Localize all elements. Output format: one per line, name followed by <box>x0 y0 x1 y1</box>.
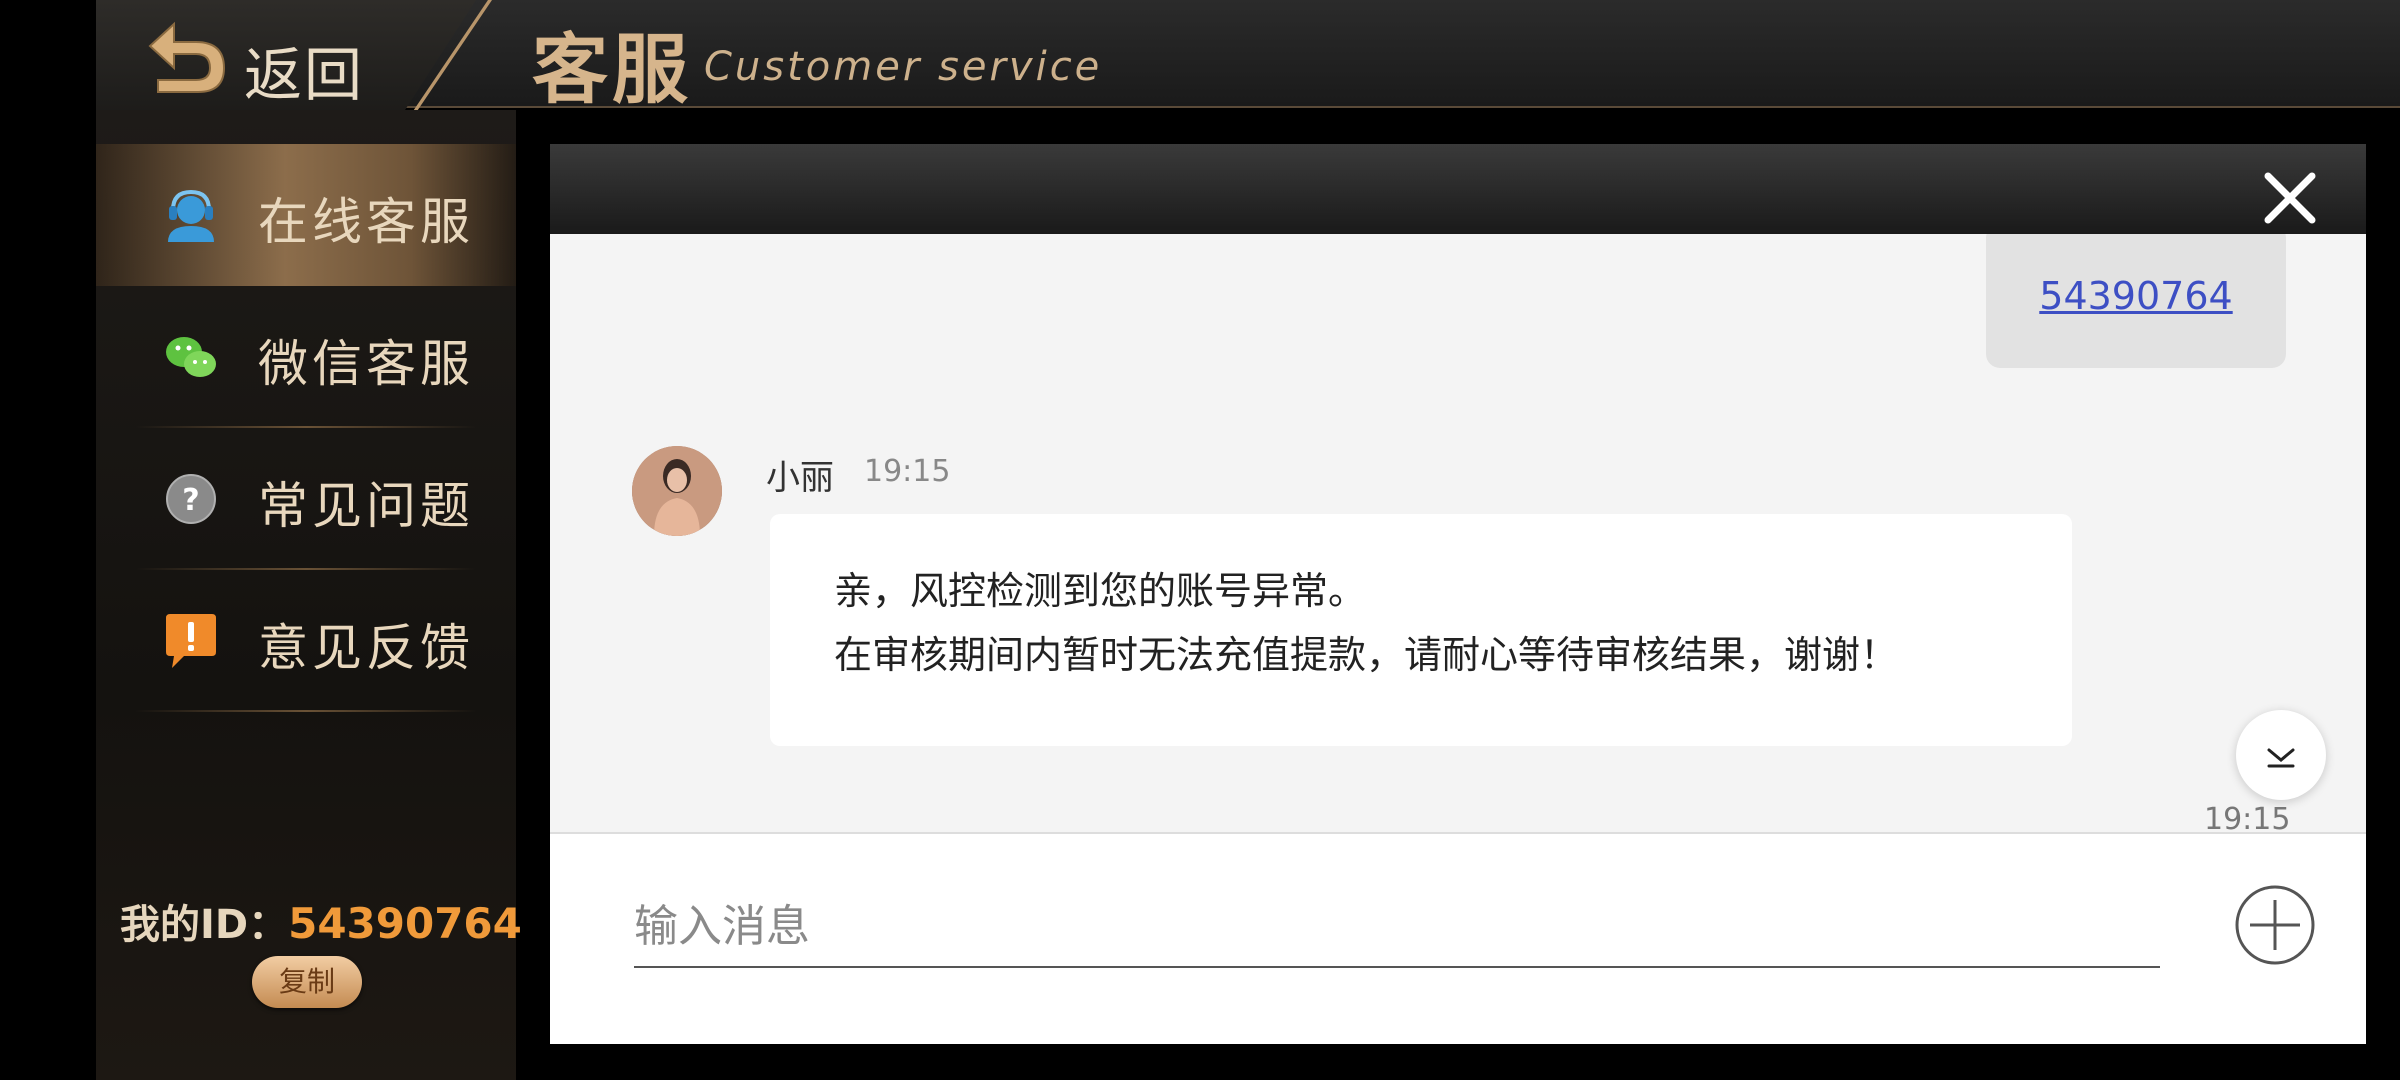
question-icon: ? <box>166 474 216 524</box>
my-id-value: 54390764 <box>288 899 522 948</box>
user-message-link[interactable]: 54390764 <box>1986 274 2286 318</box>
message-composer <box>550 832 2366 1044</box>
avatar-image <box>632 446 722 536</box>
header-bar: 返回 客服 Customer service <box>96 0 2400 130</box>
agent-message-line: 亲，风控检测到您的账号异常。 <box>834 569 1367 613</box>
agent-message-bubble: 亲，风控检测到您的账号异常。 在审核期间内暂时无法充值提款，请耐心等待审核结果，… <box>770 514 2072 746</box>
sidebar-item-label: 常见问题 <box>258 477 474 535</box>
sidebar-item-wechat-service[interactable]: 微信客服 <box>96 286 516 428</box>
user-message-bubble: 54390764 <box>1986 234 2286 368</box>
back-arrow-icon <box>148 21 226 93</box>
chat-messages[interactable]: 54390764 小丽 19:15 亲，风控检测到您的账号异常。 在审核期间内暂… <box>550 234 2366 832</box>
feedback-icon <box>166 614 216 668</box>
message-input[interactable] <box>634 886 2160 968</box>
back-button[interactable]: 返回 <box>96 0 476 124</box>
copy-id-button[interactable]: 复制 <box>252 956 362 1008</box>
sidebar-item-label: 意见反馈 <box>258 619 474 677</box>
agent-avatar <box>632 446 722 536</box>
my-id: 我的ID：54390764 <box>120 892 522 950</box>
svg-text:?: ? <box>182 483 199 518</box>
sidebar-item-online-service[interactable]: 在线客服 <box>96 144 516 286</box>
chat-header <box>550 144 2366 234</box>
add-attachment-icon[interactable] <box>2234 884 2316 966</box>
divider <box>136 710 476 712</box>
chevron-down-icon <box>2267 748 2295 768</box>
my-id-label: 我的ID： <box>120 902 289 948</box>
sidebar-item-faq[interactable]: ? 常见问题 <box>96 428 516 570</box>
sidebar-item-label: 微信客服 <box>258 335 474 393</box>
wechat-icon <box>166 337 216 377</box>
message-timestamp: 19:15 <box>2204 802 2291 832</box>
sidebar-item-label: 在线客服 <box>258 193 474 251</box>
sidebar: 在线客服 微信客服 ? 常见问题 意见反馈 我的ID：54390764 复制 <box>96 110 522 1080</box>
back-label: 返回 <box>244 41 365 109</box>
agent-message-line: 在审核期间内暂时无法充值提款，请耐心等待审核结果，谢谢！ <box>834 633 1899 677</box>
left-black-bar <box>0 0 96 1080</box>
sidebar-item-feedback[interactable]: 意见反馈 <box>96 570 516 712</box>
right-black-bar <box>2366 108 2400 1080</box>
page-subtitle: Customer service <box>704 44 1103 90</box>
scroll-to-bottom-button[interactable] <box>2236 710 2326 800</box>
agent-timestamp: 19:15 <box>864 454 951 489</box>
headset-icon <box>168 189 214 242</box>
close-icon[interactable] <box>2260 168 2320 228</box>
agent-name: 小丽 <box>766 458 834 498</box>
page-title: 客服 <box>532 25 692 114</box>
